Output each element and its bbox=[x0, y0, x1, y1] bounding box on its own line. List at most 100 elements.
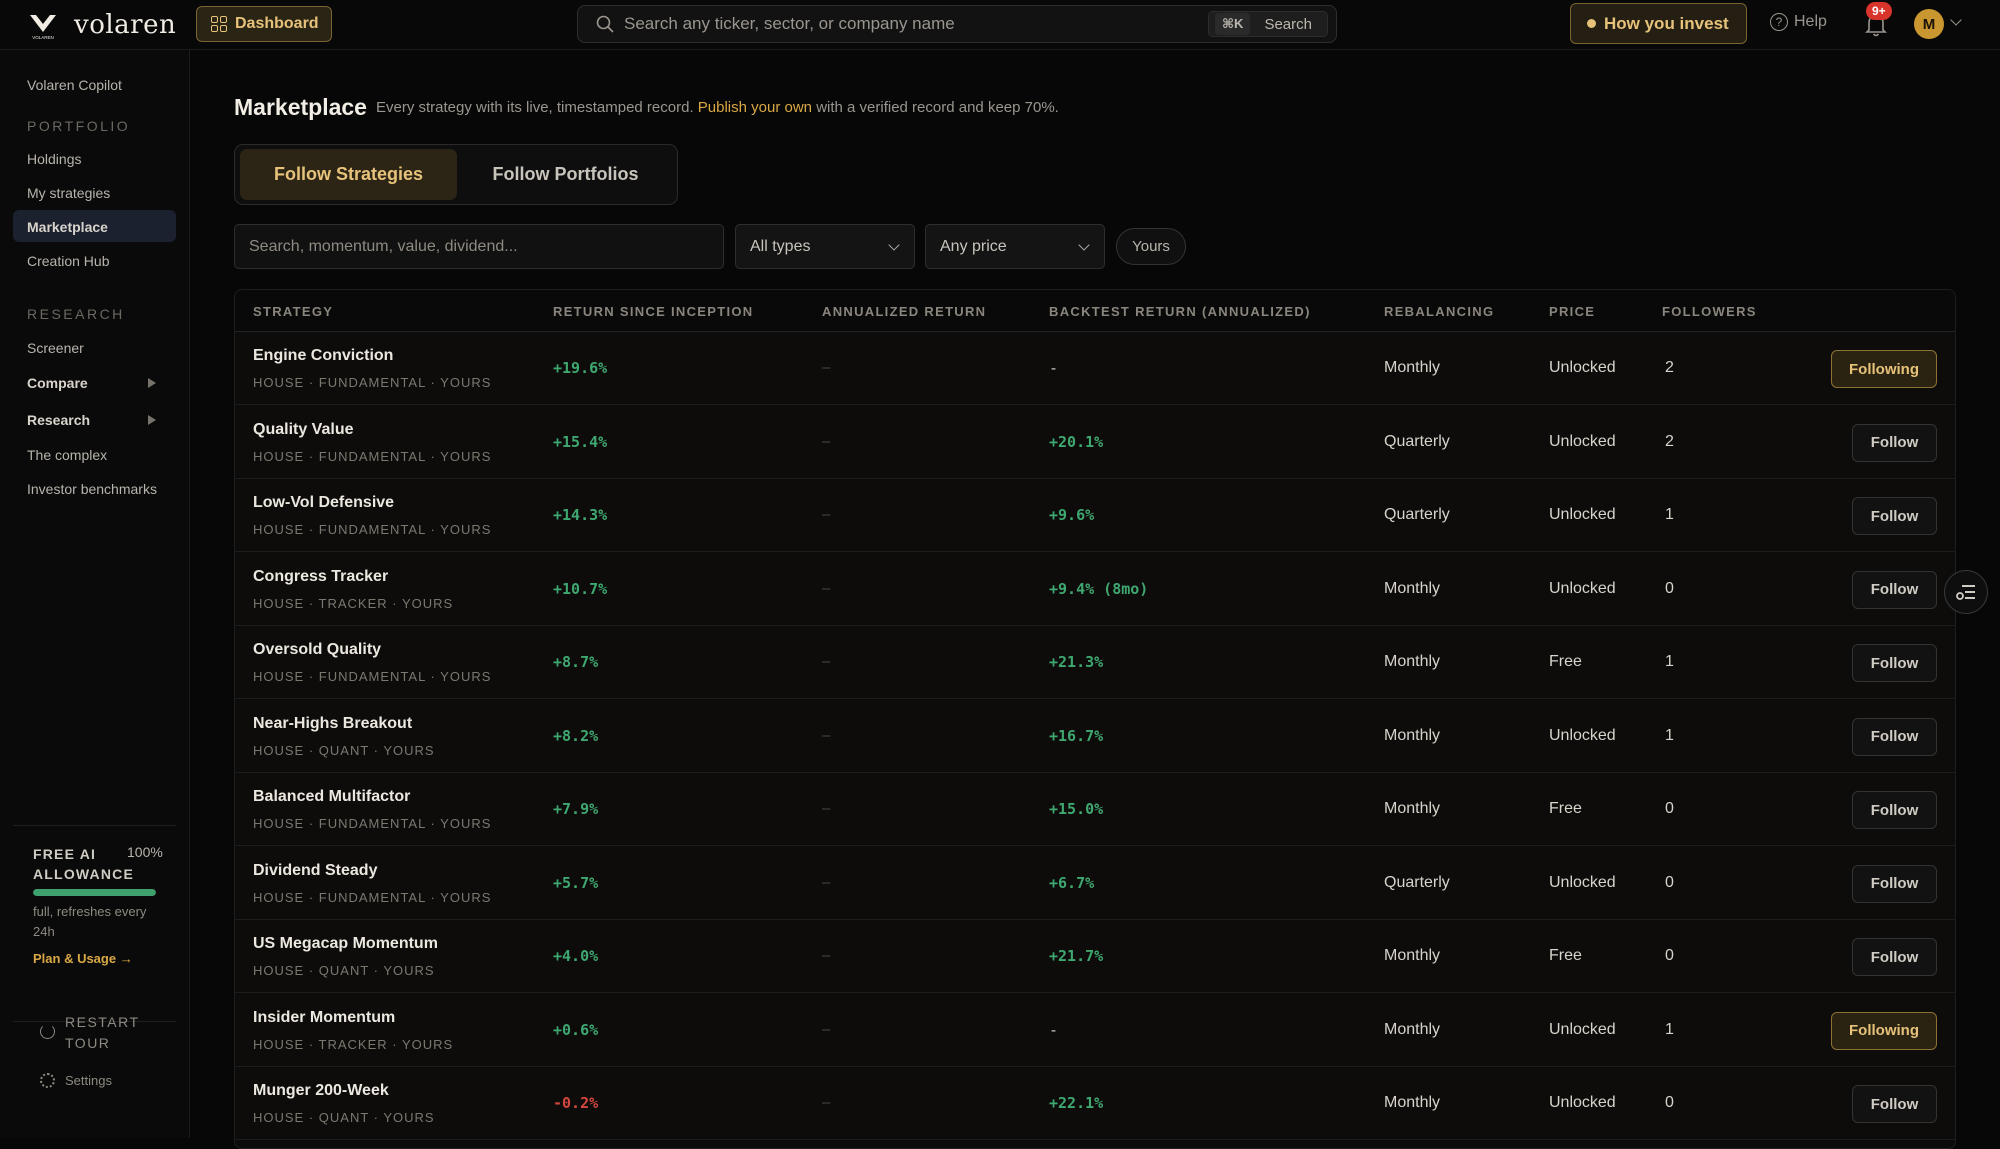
following-button[interactable]: Following bbox=[1831, 350, 1937, 388]
return-since-inception: +0.6% bbox=[553, 1020, 599, 1039]
table-row[interactable]: Munger 200-Week HOUSE · QUANT · YOURS -0.2… bbox=[235, 1067, 1955, 1140]
settings-link[interactable]: Settings bbox=[40, 1073, 112, 1088]
sidebar-item-screener[interactable]: Screener bbox=[27, 340, 84, 356]
table-row[interactable]: Engine Conviction HOUSE · FUNDAMENTAL · Y… bbox=[235, 332, 1955, 405]
return-since-inception: -0.2% bbox=[553, 1094, 599, 1112]
price-value: Unlocked bbox=[1549, 359, 1616, 376]
followers-count: 0 bbox=[1665, 579, 1674, 597]
strategies-table: STRATEGY RETURN SINCE INCEPTION ANNUALIZ… bbox=[234, 289, 1956, 1149]
col-price[interactable]: PRICE bbox=[1549, 304, 1595, 319]
table-row[interactable]: Insider Momentum HOUSE · TRACKER · YOURS +… bbox=[235, 993, 1955, 1067]
sidebar-item-research[interactable]: Research bbox=[27, 412, 90, 428]
followers-count: 1 bbox=[1665, 506, 1674, 523]
page-subtitle: Every strategy with its live, timestampe… bbox=[376, 99, 1059, 116]
table-row[interactable]: US Megacap Momentum HOUSE · QUANT · YOURS… bbox=[235, 920, 1955, 993]
col-backtest-return[interactable]: BACKTEST RETURN (ANNUALIZED) bbox=[1049, 304, 1311, 319]
restart-tour-button[interactable]: RESTART TOUR bbox=[40, 1012, 145, 1054]
follow-button[interactable]: Follow bbox=[1852, 717, 1937, 756]
annualized-return: – bbox=[822, 800, 831, 817]
tab-follow-portfolios[interactable]: Follow Portfolios bbox=[457, 149, 674, 200]
table-row[interactable]: Balanced Multifactor HOUSE · FUNDAMENTAL … bbox=[235, 773, 1955, 846]
search-icon bbox=[596, 15, 614, 33]
ai-allowance-fill bbox=[33, 889, 156, 896]
plan-usage-link[interactable]: Plan & Usage → bbox=[33, 951, 133, 966]
type-select[interactable]: All types bbox=[735, 224, 915, 269]
avatar[interactable]: M bbox=[1914, 9, 1944, 39]
caret-right-icon[interactable] bbox=[148, 378, 156, 388]
caret-right-icon[interactable] bbox=[148, 415, 156, 425]
table-row[interactable]: Low-Vol Defensive HOUSE · FUNDAMENTAL · Y… bbox=[235, 479, 1955, 552]
filter-list-button[interactable] bbox=[1944, 570, 1988, 614]
strategy-name[interactable]: Munger 200-Week bbox=[253, 1082, 389, 1100]
strategy-tags: HOUSE · QUANT · YOURS bbox=[253, 742, 435, 758]
ai-allowance-note: full, refreshes every 24h bbox=[33, 904, 147, 939]
strategy-tags: HOUSE · FUNDAMENTAL · YOURS bbox=[253, 816, 492, 831]
table-row[interactable]: Quality Value HOUSE · FUNDAMENTAL · YOURS… bbox=[235, 405, 1955, 479]
dot-icon bbox=[1587, 19, 1596, 28]
tab-follow-strategies[interactable]: Follow Strategies bbox=[240, 149, 457, 200]
follow-button[interactable]: Follow bbox=[1852, 570, 1937, 609]
table-row[interactable]: Congress Tracker HOUSE · TRACKER · YOURS +… bbox=[235, 552, 1955, 626]
sidebar-item-copilot[interactable]: Volaren Copilot bbox=[27, 77, 122, 93]
price-value: Unlocked bbox=[1549, 726, 1616, 744]
followers-count: 2 bbox=[1665, 359, 1674, 376]
strategy-name[interactable]: Oversold Quality bbox=[253, 641, 381, 659]
price-select[interactable]: Any price bbox=[925, 224, 1105, 269]
follow-button[interactable]: Follow bbox=[1852, 864, 1937, 903]
volaren-logo-icon: VOLAREN bbox=[30, 15, 56, 40]
table-row[interactable]: Dividend Steady HOUSE · FUNDAMENTAL · YOU… bbox=[235, 846, 1955, 920]
chevron-down-icon bbox=[1078, 239, 1090, 251]
global-search[interactable]: Search any ticker, sector, or company na… bbox=[577, 5, 1337, 43]
svg-text:VOLAREN: VOLAREN bbox=[32, 35, 54, 40]
col-rebalancing[interactable]: REBALANCING bbox=[1384, 304, 1494, 319]
strategy-name[interactable]: Insider Momentum bbox=[253, 1009, 395, 1027]
type-select-value: All types bbox=[750, 237, 811, 255]
strategy-name[interactable]: Low-Vol Defensive bbox=[253, 494, 394, 512]
how-you-invest-button[interactable]: How you invest bbox=[1570, 3, 1747, 44]
col-strategy[interactable]: STRATEGY bbox=[253, 304, 333, 319]
strategy-name[interactable]: Quality Value bbox=[253, 421, 353, 439]
sidebar-item-my-strategies[interactable]: My strategies bbox=[27, 185, 110, 201]
help-link[interactable]: ? Help bbox=[1770, 13, 1827, 31]
follow-button[interactable]: Follow bbox=[1852, 644, 1937, 682]
sidebar-heading-research: RESEARCH bbox=[27, 306, 125, 322]
sidebar-item-investor-benchmarks[interactable]: Investor benchmarks bbox=[27, 481, 157, 497]
annualized-return: – bbox=[822, 1020, 831, 1038]
follow-button[interactable]: Follow bbox=[1852, 938, 1937, 976]
price-value: Free bbox=[1549, 653, 1582, 670]
chevron-down-icon[interactable] bbox=[1950, 14, 1962, 26]
logo[interactable]: VOLAREN volaren bbox=[28, 10, 176, 40]
ai-allowance-bar bbox=[33, 889, 156, 896]
follow-button[interactable]: Follow bbox=[1852, 497, 1937, 535]
strategy-name[interactable]: Balanced Multifactor bbox=[253, 788, 410, 806]
follow-button[interactable]: Follow bbox=[1852, 423, 1937, 462]
search-button[interactable]: ⌘K Search bbox=[1208, 11, 1328, 37]
strategy-search-input[interactable] bbox=[234, 224, 724, 269]
col-return-since-inception[interactable]: RETURN SINCE INCEPTION bbox=[553, 304, 754, 319]
strategy-name[interactable]: Congress Tracker bbox=[253, 568, 388, 586]
strategy-tags: HOUSE · TRACKER · YOURS bbox=[253, 1036, 454, 1052]
chevron-down-icon bbox=[888, 239, 900, 251]
table-row[interactable]: Oversold Quality HOUSE · FUNDAMENTAL · YO… bbox=[235, 626, 1955, 699]
sidebar-item-the-complex[interactable]: The complex bbox=[27, 447, 107, 463]
strategy-name[interactable]: Engine Conviction bbox=[253, 347, 393, 365]
table-row[interactable]: Near-Highs Breakout HOUSE · QUANT · YOURS… bbox=[235, 699, 1955, 773]
sidebar-item-marketplace[interactable]: Marketplace bbox=[27, 219, 108, 235]
strategy-name[interactable]: US Megacap Momentum bbox=[253, 935, 438, 953]
following-button[interactable]: Following bbox=[1831, 1011, 1937, 1050]
sidebar-item-creation-hub[interactable]: Creation Hub bbox=[27, 253, 110, 269]
strategy-name[interactable]: Dividend Steady bbox=[253, 862, 377, 880]
dashboard-button[interactable]: Dashboard bbox=[196, 6, 332, 42]
strategy-tags: HOUSE · FUNDAMENTAL · YOURS bbox=[253, 522, 492, 537]
sidebar-item-holdings[interactable]: Holdings bbox=[27, 151, 81, 167]
publish-link[interactable]: Publish your own bbox=[698, 99, 812, 116]
col-followers[interactable]: FOLLOWERS bbox=[1662, 304, 1757, 319]
backtest-return: +6.7% bbox=[1049, 873, 1095, 892]
yours-filter-pill[interactable]: Yours bbox=[1116, 228, 1186, 265]
strategy-name[interactable]: Near-Highs Breakout bbox=[253, 715, 412, 733]
follow-button[interactable]: Follow bbox=[1852, 1085, 1937, 1123]
sidebar-item-compare[interactable]: Compare bbox=[27, 375, 88, 391]
rebalancing-value: Monthly bbox=[1384, 1020, 1441, 1038]
follow-button[interactable]: Follow bbox=[1852, 791, 1937, 829]
col-annualized-return[interactable]: ANNUALIZED RETURN bbox=[822, 304, 986, 319]
